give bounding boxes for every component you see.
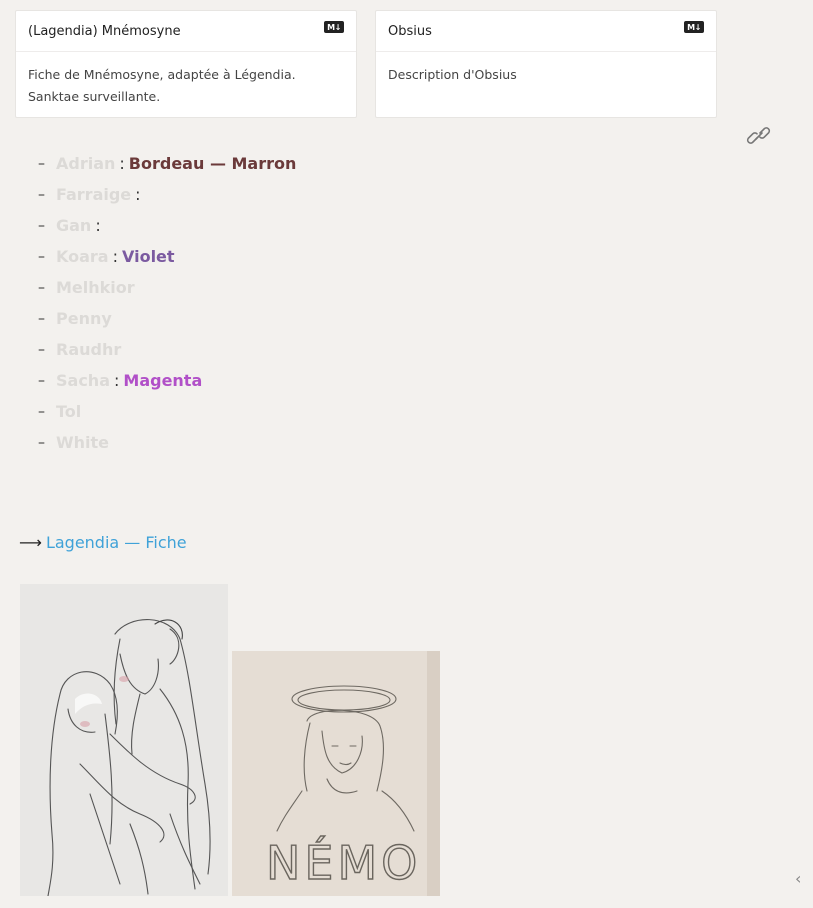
description-line: Sanktae surveillante. [28,89,161,104]
character-name[interactable]: Penny [56,309,112,328]
markdown-icon: M↓ [684,21,704,33]
character-name[interactable]: Gan [56,216,91,235]
list-item: – White [38,427,296,458]
list-item: – Farraige : [38,179,296,210]
list-dash: – [38,372,45,389]
list-dash: – [38,341,45,358]
card-header: Obsius M↓ [376,11,716,52]
fiche-link[interactable]: Lagendia — Fiche [46,533,187,552]
list-dash: – [38,155,45,172]
character-color: Violet [121,247,175,266]
separator: : [119,154,125,173]
list-item: – Sacha : Magenta [38,365,296,396]
separator: : [135,185,141,204]
character-name[interactable]: Koara [56,247,109,266]
character-name[interactable]: Raudhr [56,340,121,359]
list-item: – Tol [38,396,296,427]
character-name[interactable]: Farraige [56,185,131,204]
card-title[interactable]: Obsius [388,24,432,39]
list-dash: – [38,434,45,451]
character-name[interactable]: Sacha [56,371,110,390]
character-color: Magenta [123,371,203,390]
card-title[interactable]: (Lagendia) Mnémosyne [28,24,181,39]
card-description: Description d'Obsius [376,52,716,98]
card-header: (Lagendia) Mnémosyne M↓ [16,11,356,52]
sketch-couple-image[interactable] [20,584,228,896]
link-icon[interactable] [746,125,772,147]
list-item: – Adrian : Bordeau — Marron [38,148,296,179]
card-mnemosyne[interactable]: (Lagendia) Mnémosyne M↓ Fiche de Mnémosy… [15,10,357,118]
list-dash: – [38,186,45,203]
card-obsius[interactable]: Obsius M↓ Description d'Obsius [375,10,717,118]
list-item: – Koara : Violet [38,241,296,272]
character-name[interactable]: Adrian [56,154,115,173]
character-name[interactable]: Melhkior [56,278,135,297]
list-dash: – [38,403,45,420]
list-item: – Raudhr [38,334,296,365]
list-item: – Melhkior [38,272,296,303]
character-color: Bordeau — Marron [128,154,297,173]
list-item: – Gan : [38,210,296,241]
list-dash: – [38,217,45,234]
list-dash: – [38,310,45,327]
separator: : [95,216,101,235]
character-list: – Adrian : Bordeau — Marron – Farraige :… [38,148,296,458]
arrow-right-icon: ⟶ [19,533,42,552]
fiche-link-row: ⟶ Lagendia — Fiche [19,533,187,552]
list-dash: – [38,248,45,265]
list-dash: – [38,279,45,296]
markdown-icon: M↓ [324,21,344,33]
list-item: – Penny [38,303,296,334]
character-name[interactable]: White [56,433,109,452]
description-line: Fiche de Mnémosyne, adaptée à Légendia. [28,67,296,82]
sketch-lettering: NÉMO [266,836,421,890]
character-name[interactable]: Tol [56,402,81,421]
separator: : [114,371,120,390]
sketch-nemo-image[interactable]: NÉMO [232,651,440,896]
separator: : [112,247,118,266]
card-description: Fiche de Mnémosyne, adaptée à Légendia. … [16,52,356,120]
chevron-left-icon[interactable]: ‹ [795,869,801,888]
description-line: Description d'Obsius [388,67,517,82]
